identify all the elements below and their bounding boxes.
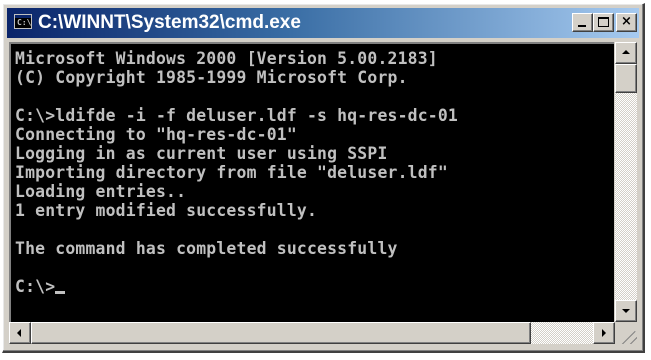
console-line: 1 entry modified successfully. [15,201,318,220]
console-line: Importing directory from file "deluser.l… [15,163,448,182]
window-title: C:\WINNT\System32\cmd.exe [38,12,301,33]
maximize-button[interactable] [593,13,614,32]
scroll-up-button[interactable] [615,42,637,64]
scroll-down-button[interactable] [615,300,637,322]
console-app-icon-glyph: C:\ [17,18,32,27]
console-output[interactable]: Microsoft Windows 2000 [Version 5.00.218… [9,42,614,322]
console-line: The command has completed successfully [15,239,398,258]
arrow-left-icon [17,329,21,337]
close-icon: × [621,14,632,29]
console-line: Microsoft Windows 2000 [Version 5.00.218… [15,49,438,68]
console-app-icon[interactable]: C:\ [14,14,32,29]
arrow-right-icon [602,329,606,337]
title-bar[interactable]: C:\ C:\WINNT\System32\cmd.exe × [7,8,639,38]
scroll-right-button[interactable] [593,322,615,344]
command-prompt[interactable]: C:\> [15,277,55,296]
console-line: C:\>ldifde -i -f deluser.ldf -s hq-res-d… [15,106,458,125]
cmd-window: C:\ C:\WINNT\System32\cmd.exe × Microsof… [2,3,645,353]
minimize-button[interactable] [572,13,593,32]
horizontal-scrollbar[interactable] [9,322,615,344]
horizontal-scroll-thumb[interactable] [31,322,531,344]
console-line: Logging in as current user using SSPI [15,144,388,163]
close-button[interactable]: × [616,13,637,32]
text-cursor [55,291,66,294]
vertical-scrollbar[interactable] [615,42,637,322]
arrow-down-icon [622,309,630,313]
scroll-left-button[interactable] [9,322,31,344]
maximize-icon [598,17,609,27]
console-line: Loading entries.. [15,182,187,201]
resize-grip-icon[interactable] [615,322,637,344]
arrow-up-icon [622,50,630,54]
console-line: Connecting to "hq-res-dc-01" [15,125,297,144]
console-line: (C) Copyright 1985-1999 Microsoft Corp. [15,68,408,87]
vertical-scroll-thumb[interactable] [615,64,637,93]
minimize-icon [578,25,586,27]
